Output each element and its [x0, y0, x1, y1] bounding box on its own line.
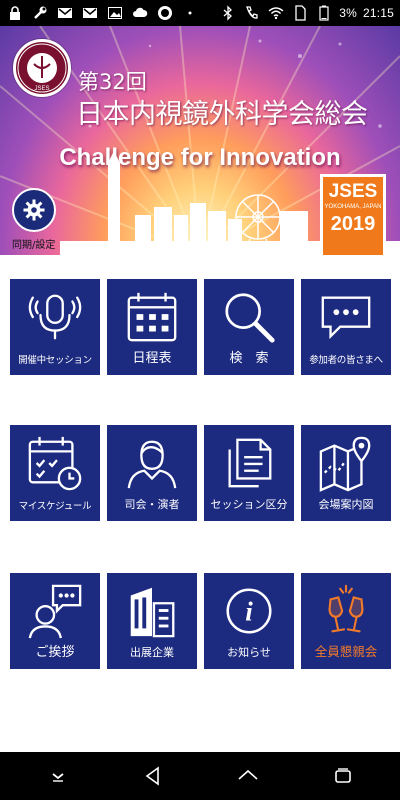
search-icon: [219, 287, 279, 347]
map-icon: [316, 433, 376, 493]
tile-for-participants[interactable]: 参加者の皆さまへ: [301, 279, 391, 375]
tile-label: マイスケジュール: [18, 501, 92, 512]
tile-label: 全員懇親会: [314, 644, 378, 659]
battery-icon: [315, 4, 333, 22]
tile-label: 開催中セッション: [18, 355, 92, 366]
recent-apps-icon: [334, 768, 351, 783]
gear-icon: [23, 199, 45, 221]
image-icon: [106, 4, 124, 22]
wrench-icon: [31, 4, 49, 22]
tile-label: お知らせ: [227, 646, 271, 659]
tile-chairs-speakers[interactable]: 司会・演者: [107, 425, 197, 521]
tile-label: 司会・演者: [124, 498, 180, 511]
chat-bubble-icon: [316, 287, 376, 347]
back-button[interactable]: [133, 756, 173, 796]
home-icon: [237, 769, 258, 780]
tile-venue-map[interactable]: 会場案内図: [301, 425, 391, 521]
calendar-clock-icon: [25, 433, 85, 493]
documents-icon: [219, 433, 279, 493]
tile-schedule[interactable]: 日程表: [107, 279, 197, 375]
gmail-icon: [81, 4, 99, 22]
badge-name: JSES: [328, 181, 378, 202]
lock-icon: [6, 4, 24, 22]
android-navigation-bar: [0, 752, 400, 800]
tile-label: 参加者の皆さまへ: [309, 355, 383, 366]
person-icon: [122, 433, 182, 493]
tile-live-sessions[interactable]: 開催中セッション: [10, 279, 100, 375]
tile-session-categories[interactable]: セッション区分: [204, 425, 294, 521]
tile-label: ご挨拶: [35, 645, 75, 660]
champagne-icon: [316, 581, 376, 641]
tile-label: セッション区分: [210, 498, 288, 511]
tile-label: 会場案内図: [318, 498, 374, 511]
clock: 21:15: [362, 6, 394, 20]
tile-label: 検 索: [229, 351, 269, 366]
wifi-icon: [267, 4, 285, 22]
home-button[interactable]: [228, 756, 268, 796]
badge-year: 2019: [330, 213, 376, 235]
header-banner: JSES 第32回 日本内視鏡外科学会総会 Challenge for Inno…: [0, 26, 400, 255]
more-dots-icon: [181, 4, 199, 22]
chevron-down-icon: [51, 773, 64, 782]
info-icon: i: [219, 581, 279, 641]
sync-settings-button[interactable]: [12, 188, 56, 232]
tile-label: 日程表: [132, 351, 172, 366]
microphone-icon: [25, 287, 85, 347]
tile-label: 出展企業: [130, 646, 174, 659]
tile-news[interactable]: i お知らせ: [204, 573, 294, 669]
greeting-person-icon: [25, 581, 85, 641]
badge-location: YOKOHAMA, JAPAN: [324, 204, 382, 210]
jses-2019-badge: JSES YOKOHAMA, JAPAN 2019: [320, 174, 386, 255]
svg-text:i: i: [245, 597, 253, 627]
tile-greetings[interactable]: ご挨拶: [10, 573, 100, 669]
calendar-icon: [122, 287, 182, 347]
conference-title: 日本内視鏡外科学会総会: [76, 99, 368, 130]
tile-search[interactable]: 検 索: [204, 279, 294, 375]
gmail-icon: [56, 4, 74, 22]
tile-exhibitors[interactable]: 出展企業: [107, 573, 197, 669]
sync-settings-label: 同期/設定: [12, 240, 56, 251]
sim-icon: [291, 4, 309, 22]
hide-nav-button[interactable]: [38, 756, 78, 796]
back-triangle-icon: [145, 766, 159, 786]
recent-apps-button[interactable]: [323, 756, 363, 796]
bluetooth-icon: [219, 4, 237, 22]
svg-text:JSES: JSES: [34, 86, 49, 92]
phone-icon: [243, 4, 261, 22]
record-icon: [156, 4, 174, 22]
society-emblem: JSES: [13, 39, 71, 97]
battery-percent: 3%: [339, 6, 357, 20]
status-bar: 3% 21:15: [0, 0, 400, 26]
building-icon: [122, 581, 182, 641]
tile-my-schedule[interactable]: マイスケジュール: [10, 425, 100, 521]
cloud-icon: [131, 4, 149, 22]
tile-reception-party[interactable]: 全員懇親会: [301, 573, 391, 669]
